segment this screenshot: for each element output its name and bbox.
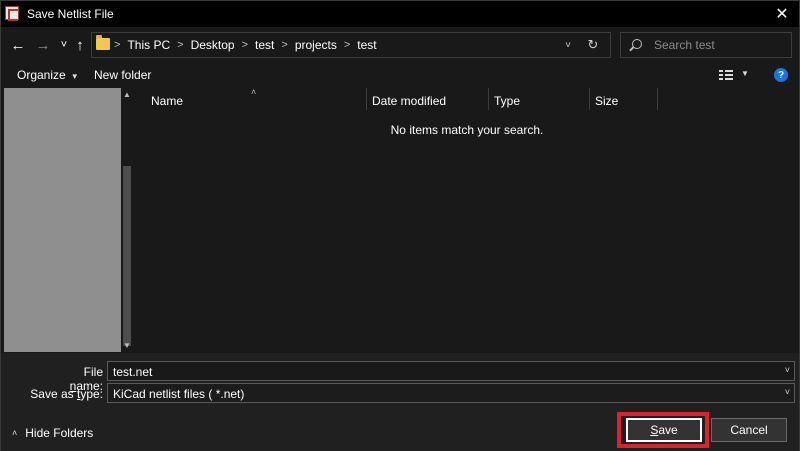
window-title: Save Netlist File (27, 7, 114, 21)
new-folder-button[interactable]: New folder (94, 68, 151, 82)
column-divider[interactable] (488, 88, 489, 110)
hide-folders-label: Hide Folders (25, 426, 94, 440)
refresh-icon: ↻ (587, 37, 599, 52)
save-as-type-select[interactable]: KiCad netlist files ( *.net) ˅ (107, 383, 795, 403)
search-icon (632, 39, 642, 49)
file-name-value[interactable]: test.net (113, 365, 152, 379)
breadcrumb-test-current[interactable]: test (357, 38, 376, 52)
breadcrumb-separator[interactable]: > (242, 39, 248, 51)
breadcrumb: > This PC > Desktop > test > projects > … (114, 38, 377, 52)
breadcrumb-this-pc[interactable]: This PC (127, 38, 170, 52)
address-bar[interactable]: > This PC > Desktop > test > projects > … (91, 32, 611, 58)
forward-arrow-icon: → (35, 36, 51, 54)
navigation-pane[interactable] (4, 88, 121, 352)
column-header-size[interactable]: Size (595, 94, 618, 108)
chevron-down-icon: ˅ (565, 39, 571, 51)
view-options-icon[interactable] (719, 70, 733, 80)
up-button[interactable]: ↑ (70, 35, 90, 55)
breadcrumb-test[interactable]: test (255, 38, 274, 52)
column-header-type[interactable]: Type (494, 94, 520, 108)
search-box[interactable]: Search test (620, 32, 792, 58)
chevron-down-icon: ˅ (784, 387, 790, 397)
sort-ascending-icon: ˄ (251, 87, 257, 97)
file-name-input[interactable]: test.net ˅ (107, 361, 795, 381)
breadcrumb-separator: > (114, 39, 121, 51)
file-list[interactable]: Name ˄ Date modified Type Size No items … (136, 87, 796, 352)
app-icon (5, 6, 19, 21)
folder-icon (96, 35, 110, 50)
column-divider[interactable] (657, 88, 658, 110)
recent-locations-icon: ˅ (60, 39, 68, 51)
title-bar: Save Netlist File ✕ (1, 1, 799, 27)
breadcrumb-projects[interactable]: projects (295, 38, 337, 52)
close-icon: ✕ (775, 6, 789, 23)
empty-list-message: No items match your search. (390, 123, 544, 137)
back-button[interactable]: ← (8, 35, 28, 55)
scroll-down-icon[interactable]: ▼ (123, 341, 131, 350)
address-history-button[interactable]: ˅ (560, 36, 576, 54)
column-divider[interactable] (366, 88, 367, 110)
breadcrumb-separator[interactable]: > (177, 39, 183, 51)
organize-button[interactable]: Organize ▼ (17, 68, 79, 82)
close-button[interactable]: ✕ (765, 1, 799, 27)
save-as-type-value: KiCad netlist files ( *.net) (113, 387, 245, 401)
command-bar: Organize ▼ New folder ▼ ? (1, 63, 799, 87)
save-form: File name: test.net ˅ Save as type: KiCa… (1, 353, 799, 451)
scroll-up-icon[interactable]: ▲ (123, 90, 131, 99)
back-arrow-icon: ← (10, 36, 26, 54)
hide-folders-button[interactable]: ˄ Hide Folders (12, 426, 93, 440)
help-icon[interactable]: ? (774, 68, 788, 82)
cancel-button[interactable]: Cancel (711, 418, 787, 442)
save-dialog: Save Netlist File ✕ ← → ˅ ↑ > This PC > … (0, 0, 800, 451)
chevron-up-icon: ˄ (12, 428, 18, 438)
navigation-bar: ← → ˅ ↑ > This PC > Desktop > test > pro… (1, 27, 799, 63)
scrollbar-thumb[interactable] (123, 166, 131, 346)
breadcrumb-desktop[interactable]: Desktop (191, 38, 235, 52)
chevron-down-icon: ▼ (70, 72, 79, 81)
column-header-date-modified[interactable]: Date modified (372, 94, 446, 108)
organize-label: Organize (17, 68, 66, 82)
navigation-pane-scrollbar[interactable]: ▲ ▼ (121, 88, 133, 352)
forward-button[interactable]: → (33, 35, 53, 55)
chevron-down-icon[interactable]: ˅ (785, 365, 790, 375)
refresh-button[interactable]: ↻ (584, 36, 602, 54)
view-options-dropdown[interactable]: ▼ (741, 69, 749, 78)
up-arrow-icon: ↑ (76, 36, 84, 54)
breadcrumb-separator[interactable]: > (344, 39, 350, 51)
column-divider[interactable] (589, 88, 590, 110)
search-input[interactable]: Search test (654, 38, 715, 52)
save-button[interactable]: Save (626, 418, 702, 442)
breadcrumb-separator[interactable]: > (281, 39, 287, 51)
column-header-name[interactable]: Name (151, 94, 183, 108)
save-as-type-label: Save as type: (30, 387, 103, 401)
